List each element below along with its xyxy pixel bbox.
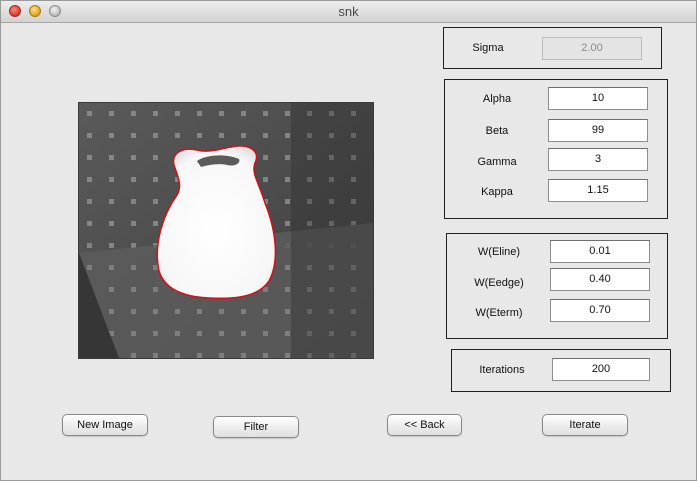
iterations-label: Iterations — [479, 364, 525, 376]
iterations-panel: Iterations 200 — [451, 349, 671, 392]
filter-button[interactable]: Filter — [213, 416, 299, 438]
vase-image — [79, 103, 373, 358]
app-window: snk Sigma 2.00 Alpha 10 Beta 99 Gamma 3 … — [0, 0, 697, 481]
sigma-panel: Sigma 2.00 — [443, 27, 662, 69]
iterations-field[interactable]: 200 — [552, 358, 650, 381]
w-eedge-label: W(Eedge) — [474, 277, 524, 289]
beta-field[interactable]: 99 — [548, 119, 648, 142]
iterate-button[interactable]: Iterate — [542, 414, 628, 436]
w-eedge-field[interactable]: 0.40 — [550, 268, 650, 291]
sigma-field: 2.00 — [542, 37, 642, 60]
beta-label: Beta — [485, 125, 509, 137]
parameters-panel: Alpha 10 Beta 99 Gamma 3 Kappa 1.15 — [444, 79, 668, 219]
window-title: snk — [338, 4, 359, 19]
alpha-field[interactable]: 10 — [548, 87, 648, 110]
new-image-button[interactable]: New Image — [62, 414, 148, 436]
back-button[interactable]: << Back — [387, 414, 462, 436]
kappa-field[interactable]: 1.15 — [548, 179, 648, 202]
weights-panel: W(Eline) 0.01 W(Eedge) 0.40 W(Eterm) 0.7… — [446, 233, 668, 339]
gamma-field[interactable]: 3 — [548, 148, 648, 171]
gamma-label: Gamma — [477, 156, 517, 168]
w-eterm-field[interactable]: 0.70 — [550, 299, 650, 322]
sigma-label: Sigma — [472, 42, 504, 54]
image-view — [78, 102, 374, 359]
w-eline-label: W(Eline) — [477, 246, 521, 258]
kappa-label: Kappa — [481, 186, 513, 198]
alpha-label: Alpha — [482, 93, 512, 105]
w-eterm-label: W(Eterm) — [475, 307, 523, 319]
title-bar: snk — [1, 1, 696, 23]
w-eline-field[interactable]: 0.01 — [550, 240, 650, 263]
